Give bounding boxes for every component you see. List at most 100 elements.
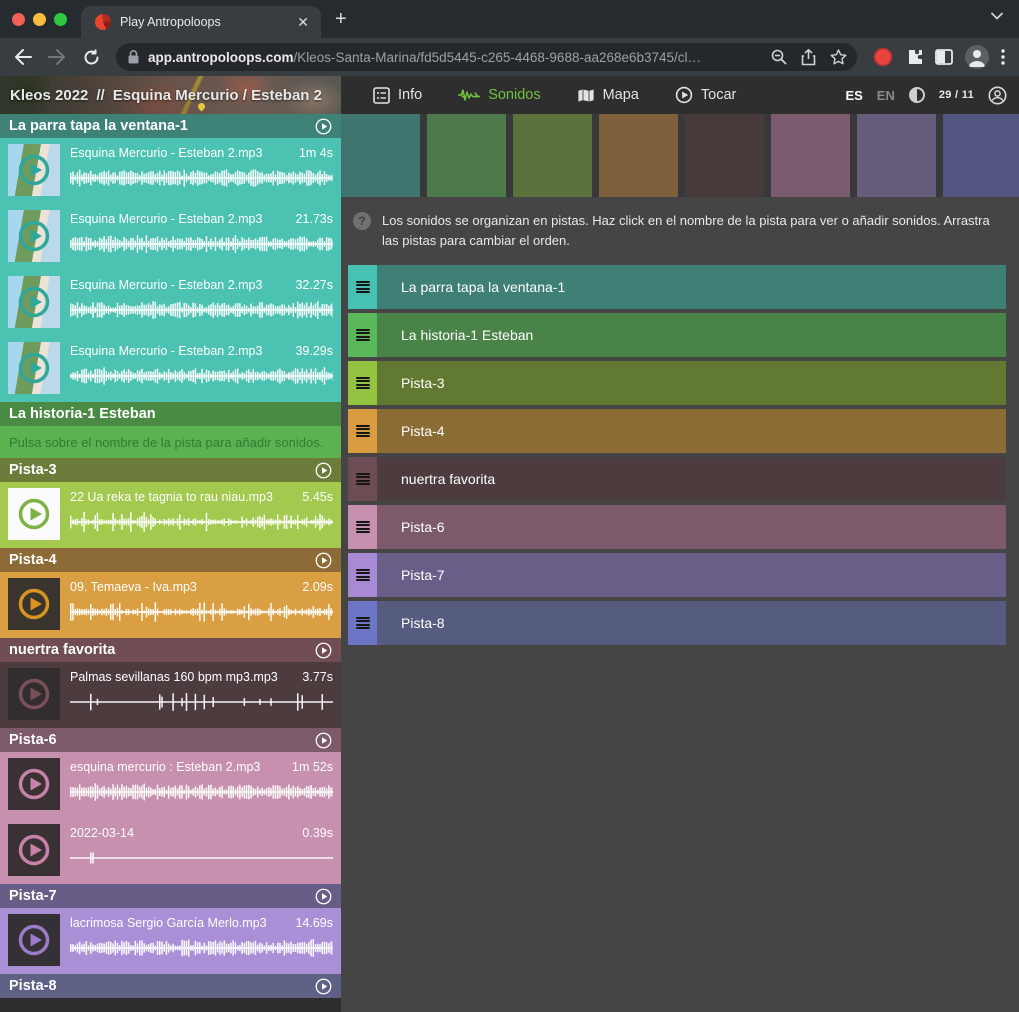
play-icon[interactable] [17, 767, 51, 801]
sidebar-track-header[interactable]: Pista-3 [0, 458, 341, 482]
track-row-body[interactable]: La historia-1 Esteban [377, 313, 1006, 357]
clip-thumbnail[interactable] [8, 342, 60, 394]
zoom-level-icon[interactable] [771, 49, 787, 65]
audio-clip[interactable]: Esquina Mercurio - Esteban 2.mp339.29s [0, 336, 341, 402]
reload-button[interactable] [76, 42, 106, 72]
clip-duration: 39.29s [295, 344, 333, 358]
audio-clip[interactable]: 2022-03-140.39s [0, 818, 341, 884]
track-row[interactable]: Pista-6 [348, 505, 1006, 549]
project-name[interactable]: Kleos 2022 [10, 87, 88, 104]
sidebar-track-header[interactable]: Pista-6 [0, 728, 341, 752]
clip-thumbnail[interactable] [8, 758, 60, 810]
track-play-icon[interactable] [315, 978, 332, 995]
track-row-body[interactable]: Pista-8 [377, 601, 1006, 645]
nav-item-sonidos[interactable]: Sonidos [444, 76, 554, 114]
audio-clip[interactable]: esquina mercurio : Esteban 2.mp31m 52s [0, 752, 341, 818]
tab-close-icon[interactable]: ✕ [295, 14, 311, 31]
track-row[interactable]: Pista-4 [348, 409, 1006, 453]
back-button[interactable] [8, 42, 38, 72]
track-row-body[interactable]: Pista-4 [377, 409, 1006, 453]
audio-clip[interactable]: lacrimosa Sergio García Merlo.mp314.69s [0, 908, 341, 974]
play-icon[interactable] [17, 285, 51, 319]
clip-thumbnail[interactable] [8, 578, 60, 630]
track-play-icon[interactable] [315, 732, 332, 749]
drag-handle[interactable] [348, 505, 377, 549]
browser-menu-kebab-icon[interactable] [1001, 49, 1005, 65]
tab-search-chevron-icon[interactable] [991, 12, 1003, 20]
drag-handle[interactable] [348, 601, 377, 645]
play-icon[interactable] [17, 677, 51, 711]
track-row[interactable]: nuertra favorita [348, 457, 1006, 501]
audio-clip[interactable]: Palmas sevillanas 160 bpm mp3.mp33.77s [0, 662, 341, 728]
clip-thumbnail[interactable] [8, 488, 60, 540]
lang-es[interactable]: ES [845, 88, 862, 103]
close-window-button[interactable] [12, 13, 25, 26]
drag-handle[interactable] [348, 361, 377, 405]
nav-item-tocar[interactable]: Tocar [661, 76, 750, 114]
track-row-body[interactable]: Pista-6 [377, 505, 1006, 549]
share-icon[interactable] [801, 49, 816, 66]
audio-clip[interactable]: 09. Temaeva - Iva.mp32.09s [0, 572, 341, 638]
lang-en[interactable]: EN [877, 88, 895, 103]
track-play-icon[interactable] [315, 462, 332, 479]
sidebar-track-header[interactable]: Pista-4 [0, 548, 341, 572]
track-play-icon[interactable] [315, 552, 332, 569]
minimize-window-button[interactable] [33, 13, 46, 26]
track-row[interactable]: Pista-3 [348, 361, 1006, 405]
audio-clip[interactable]: Esquina Mercurio - Esteban 2.mp31m 4s [0, 138, 341, 204]
waveform [70, 511, 333, 533]
bookmark-star-icon[interactable] [830, 49, 847, 65]
track-row-body[interactable]: La parra tapa la ventana-1 [377, 265, 1006, 309]
sidebar-track-header[interactable]: La historia-1 Esteban [0, 402, 341, 426]
audio-clip[interactable]: Esquina Mercurio - Esteban 2.mp321.73s [0, 204, 341, 270]
profile-avatar[interactable] [965, 45, 989, 69]
padlock-icon[interactable] [128, 50, 139, 64]
track-row[interactable]: La historia-1 Esteban [348, 313, 1006, 357]
window-controls[interactable] [12, 13, 67, 26]
forward-button[interactable] [42, 42, 72, 72]
extensions-puzzle-icon[interactable] [905, 48, 923, 66]
track-row[interactable]: La parra tapa la ventana-1 [348, 265, 1006, 309]
clip-thumbnail[interactable] [8, 668, 60, 720]
new-tab-button[interactable]: + [335, 8, 347, 31]
track-row-body[interactable]: nuertra favorita [377, 457, 1006, 501]
clip-thumbnail[interactable] [8, 276, 60, 328]
recording-indicator-icon[interactable] [873, 47, 893, 67]
play-icon[interactable] [17, 833, 51, 867]
track-row[interactable]: Pista-7 [348, 553, 1006, 597]
track-row-body[interactable]: Pista-7 [377, 553, 1006, 597]
play-icon[interactable] [17, 351, 51, 385]
track-play-icon[interactable] [315, 118, 332, 135]
track-play-icon[interactable] [315, 888, 332, 905]
clip-thumbnail[interactable] [8, 144, 60, 196]
play-icon[interactable] [17, 923, 51, 957]
browser-tab[interactable]: Play Antropoloops ✕ [81, 6, 321, 38]
sidebar-track-header[interactable]: La parra tapa la ventana-1 [0, 114, 341, 138]
play-icon[interactable] [17, 497, 51, 531]
side-panel-icon[interactable] [935, 49, 953, 65]
drag-handle[interactable] [348, 457, 377, 501]
drag-handle[interactable] [348, 409, 377, 453]
url-bar[interactable]: app.antropoloops.com/Kleos-Santa-Marina/… [116, 43, 857, 71]
drag-handle[interactable] [348, 313, 377, 357]
maximize-window-button[interactable] [54, 13, 67, 26]
clip-thumbnail[interactable] [8, 210, 60, 262]
sidebar-track-header[interactable]: Pista-7 [0, 884, 341, 908]
audio-clip[interactable]: 22 Ua reka te tagnia to rau niau.mp35.45… [0, 482, 341, 548]
track-play-icon[interactable] [315, 642, 332, 659]
account-icon[interactable] [988, 86, 1007, 105]
track-row[interactable]: Pista-8 [348, 601, 1006, 645]
sidebar-track-header[interactable]: Pista-8 [0, 974, 341, 998]
drag-handle[interactable] [348, 553, 377, 597]
clip-thumbnail[interactable] [8, 914, 60, 966]
play-icon[interactable] [17, 153, 51, 187]
track-row-body[interactable]: Pista-3 [377, 361, 1006, 405]
nav-item-mapa[interactable]: Mapa [563, 76, 653, 114]
sidebar-track-header[interactable]: nuertra favorita [0, 638, 341, 662]
play-icon[interactable] [17, 587, 51, 621]
clip-thumbnail[interactable] [8, 824, 60, 876]
audio-clip[interactable]: Esquina Mercurio - Esteban 2.mp332.27s [0, 270, 341, 336]
drag-handle[interactable] [348, 265, 377, 309]
play-icon[interactable] [17, 219, 51, 253]
nav-item-info[interactable]: Info [359, 76, 436, 114]
